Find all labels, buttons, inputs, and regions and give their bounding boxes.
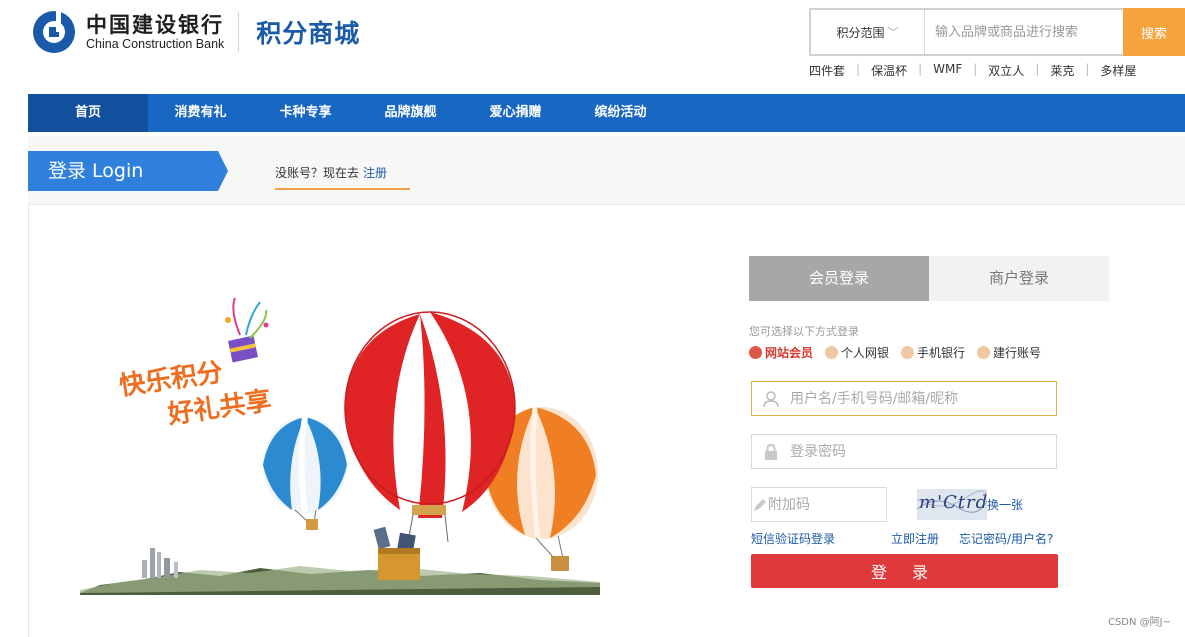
ebank-icon [825, 346, 839, 359]
nav-item-charity[interactable]: 爱心捐赠 [463, 94, 568, 132]
watermark: CSDN @阿J~ [1107, 617, 1171, 628]
search-scope-label: 积分范围 [836, 25, 885, 40]
login-method-hint: 您可选择以下方式登录 [749, 325, 859, 338]
page-title: 登录 Login [28, 151, 228, 191]
nav-item-card-exclusive[interactable]: 卡种专享 [253, 94, 358, 132]
account-icon [977, 346, 991, 359]
login-button[interactable]: 登 录 [751, 554, 1058, 588]
logo-cn-text: 中国建设银行 [86, 13, 224, 37]
nav-item-consume-gifts[interactable]: 消费有礼 [148, 94, 253, 132]
hot-word-link[interactable]: 莱克 [1050, 62, 1074, 79]
user-icon [749, 346, 762, 359]
bank-logo[interactable]: 中国建设银行 China Construction Bank 积分商城 [32, 10, 360, 54]
method-site-member[interactable]: 网站会员 [749, 344, 813, 361]
captcha-image[interactable]: m'Ctrd [917, 489, 987, 520]
content-border [28, 205, 29, 637]
hot-word-link[interactable]: WMF [933, 62, 962, 79]
nav-item-activities[interactable]: 缤纷活动 [568, 94, 673, 132]
chevron-down-icon: ﹀ [887, 26, 899, 39]
register-prompt-text: 没账号？现在去 [275, 166, 360, 180]
ccb-logo-icon [32, 10, 76, 54]
main-nav: 首页 消费有礼 卡种专享 品牌旗舰 爱心捐赠 缤纷活动 [28, 94, 1185, 132]
method-ccb-account[interactable]: 建行账号 [977, 344, 1041, 361]
hot-word-link[interactable]: 双立人 [988, 62, 1024, 79]
nav-item-home[interactable]: 首页 [28, 94, 148, 132]
username-input[interactable] [790, 382, 1056, 415]
captcha-input[interactable] [768, 488, 942, 521]
refresh-captcha-link[interactable]: 换一张 [987, 496, 1023, 513]
login-tabs: 会员登录 商户登录 [749, 256, 1109, 301]
method-label: 手机银行 [917, 346, 966, 360]
hot-word-link[interactable]: 四件套 [809, 62, 845, 79]
balloon-illustration: 快乐积分 好礼共享 [76, 290, 640, 605]
register-link[interactable]: 注册 [363, 166, 387, 180]
method-personal-ebank[interactable]: 个人网银 [825, 344, 889, 361]
register-now-link[interactable]: 立即注册 [891, 530, 939, 547]
mobile-icon [901, 346, 915, 359]
login-titlebar: 登录 Login 没账号？现在去 注册 [28, 136, 1185, 205]
logo-en-text: China Construction Bank [86, 37, 225, 51]
search-scope-select[interactable]: 积分范围 ﹀ [811, 10, 925, 54]
pencil-icon [752, 497, 768, 513]
forgot-password-link[interactable]: 忘记密码/用户名? [959, 530, 1053, 547]
method-mobile-bank[interactable]: 手机银行 [901, 344, 965, 361]
captcha-field-wrapper [751, 487, 942, 522]
tab-merchant-login[interactable]: 商户登录 [929, 256, 1109, 301]
method-label: 建行账号 [993, 346, 1042, 360]
search-button[interactable]: 搜索 [1123, 8, 1185, 56]
password-input[interactable] [790, 435, 1056, 468]
page: 中国建设银行 China Construction Bank 积分商城 积分范围… [0, 0, 1185, 637]
method-label: 个人网银 [841, 346, 890, 360]
register-prompt: 没账号？现在去 注册 [275, 164, 410, 190]
logo-divider [238, 12, 240, 52]
user-outline-icon [752, 390, 790, 408]
password-field-wrapper [751, 434, 1057, 469]
tab-member-login[interactable]: 会员登录 [749, 256, 929, 301]
username-field-wrapper [751, 381, 1057, 416]
search-input[interactable] [925, 10, 1123, 54]
hot-word-link[interactable]: 保温杯 [871, 62, 907, 79]
login-methods: 网站会员 个人网银 手机银行 建行账号 [749, 344, 1053, 361]
hot-word-link[interactable]: 多样屋 [1100, 62, 1136, 79]
sms-login-link[interactable]: 短信验证码登录 [751, 530, 835, 547]
captcha-text: m'Ctrd [919, 492, 987, 513]
search-bar: 积分范围 ﹀ 搜索 [809, 8, 1185, 56]
hot-words: 四件套 | 保温杯 | WMF | 双立人 | 莱克 | 多样屋 [809, 62, 1137, 79]
nav-item-brand-flagship[interactable]: 品牌旗舰 [358, 94, 463, 132]
method-label: 网站会员 [765, 346, 814, 360]
lock-icon [752, 443, 790, 461]
mall-title: 积分商城 [256, 19, 361, 48]
